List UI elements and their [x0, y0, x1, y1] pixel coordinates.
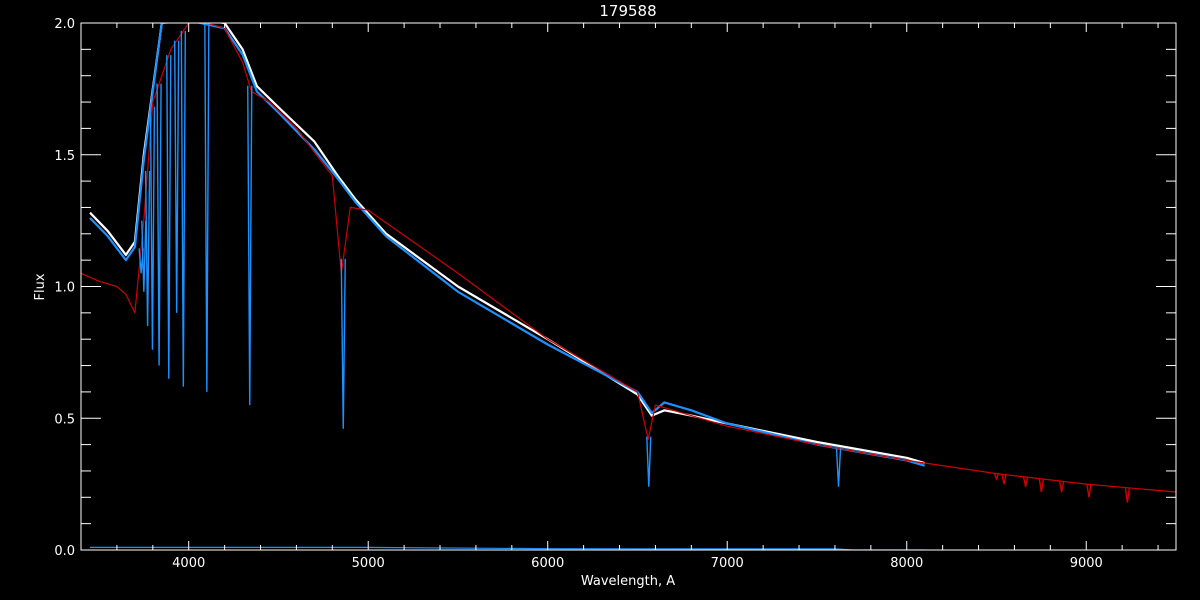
y-tick-label: 0.5 — [54, 412, 75, 427]
x-axis-title: Wavelength, A — [581, 574, 675, 589]
x-tick-label: 7000 — [711, 556, 744, 571]
absorption-line — [1001, 474, 1007, 485]
x-tick-label: 4000 — [172, 556, 205, 571]
absorption-lines-layer — [138, 23, 1131, 503]
y-tick-label: 1.5 — [54, 149, 75, 164]
absorption-line — [144, 170, 151, 327]
chart-title: 179588 — [599, 2, 656, 20]
series-layer — [81, 23, 1176, 550]
absorption-line — [141, 220, 147, 292]
absorption-line — [646, 436, 652, 487]
x-tick-label: 5000 — [352, 556, 385, 571]
absorption-line — [340, 258, 346, 429]
absorption-line — [149, 106, 156, 350]
y-tick-label: 0.0 — [54, 544, 75, 559]
absorption-line — [166, 55, 172, 379]
absorption-line — [204, 23, 210, 392]
spectrum-chart: 179588 4000 5000 6000 7000 8000 9000 0.0 0.5 1.0… — [33, 2, 1177, 589]
series-line-2 — [89, 23, 926, 467]
series-line-3 — [81, 23, 1176, 493]
absorption-line — [1022, 476, 1029, 487]
absorption-line — [1124, 487, 1131, 503]
x-tick-label: 6000 — [531, 556, 564, 571]
absorption-line — [993, 473, 1000, 481]
absorption-line — [180, 30, 187, 387]
absorption-line — [1086, 484, 1092, 498]
absorption-line — [247, 85, 253, 406]
absorption-line — [1058, 481, 1065, 493]
y-tick-label: 1.0 — [54, 281, 75, 296]
absorption-line — [173, 40, 180, 313]
absorption-line — [156, 83, 162, 366]
axis-ticks: 4000 5000 6000 7000 8000 9000 0.0 0.5 1.0 1.5 2.0 — [54, 17, 1176, 571]
y-axis-title: Flux — [33, 273, 48, 300]
y-tick-label: 2.0 — [54, 17, 75, 32]
series-line-1 — [89, 23, 926, 465]
plot-frame — [80, 22, 1177, 551]
x-tick-label: 8000 — [890, 556, 923, 571]
x-tick-label: 9000 — [1070, 556, 1103, 571]
absorption-line — [835, 448, 842, 487]
absorption-line — [1038, 478, 1045, 493]
